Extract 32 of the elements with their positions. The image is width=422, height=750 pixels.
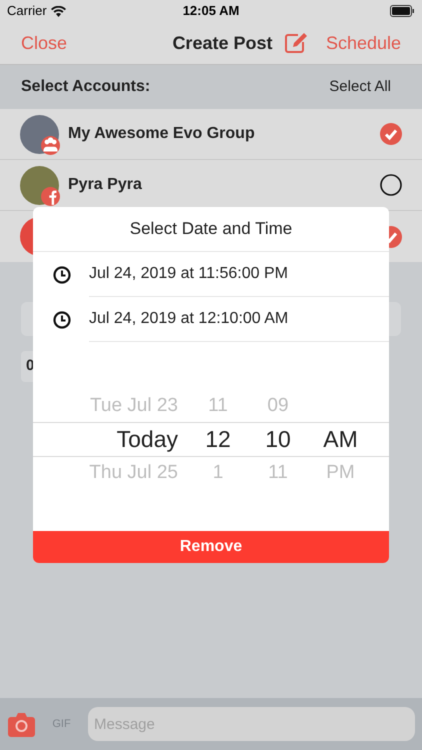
account-name: Pyra Pyra: [68, 175, 142, 195]
picker-minute: 10: [265, 426, 291, 452]
picker-hour: 12: [205, 426, 231, 452]
picker-day: Today: [116, 426, 178, 452]
battery-icon: [390, 5, 415, 17]
checked-icon[interactable]: [380, 123, 402, 145]
select-all-button[interactable]: Select All: [329, 76, 391, 98]
date-time-option[interactable]: Jul 24, 2019 at 12:10:00 AM: [89, 307, 288, 331]
wifi-icon: [50, 6, 66, 16]
edit-icon[interactable]: [284, 32, 308, 54]
picker-period: AM: [323, 426, 358, 452]
group-badge-icon: [41, 136, 60, 154]
account-name: My Awesome Evo Group: [68, 124, 255, 144]
picker-day: Tue Jul 23: [90, 394, 178, 416]
picker-day: Thu Jul 25: [89, 462, 178, 483]
carrier-label: Carrier: [7, 2, 47, 20]
remove-button[interactable]: Remove: [33, 531, 389, 563]
picker-minute: 11: [268, 462, 288, 483]
clock-icon: [53, 266, 71, 284]
picker-hour: 11: [208, 394, 228, 416]
date-picker[interactable]: Tue Jul 23 11 09 Today 12 10 AM Thu Jul 25 1 11 PM: [33, 390, 389, 489]
clock-icon: [53, 310, 71, 328]
unchecked-icon[interactable]: [380, 174, 402, 196]
camera-icon[interactable]: [8, 712, 35, 736]
picker-period: PM: [326, 462, 355, 483]
picker-minute: 09: [267, 394, 289, 416]
section-title: Select Accounts:: [21, 77, 150, 97]
clock: 12:05 AM: [182, 2, 240, 20]
nav-title: Create Post: [171, 32, 274, 54]
dialog-title: Select Date and Time: [130, 218, 292, 240]
date-time-option[interactable]: Jul 24, 2019 at 11:56:00 PM: [89, 262, 288, 286]
picker-hour: 1: [212, 462, 224, 483]
